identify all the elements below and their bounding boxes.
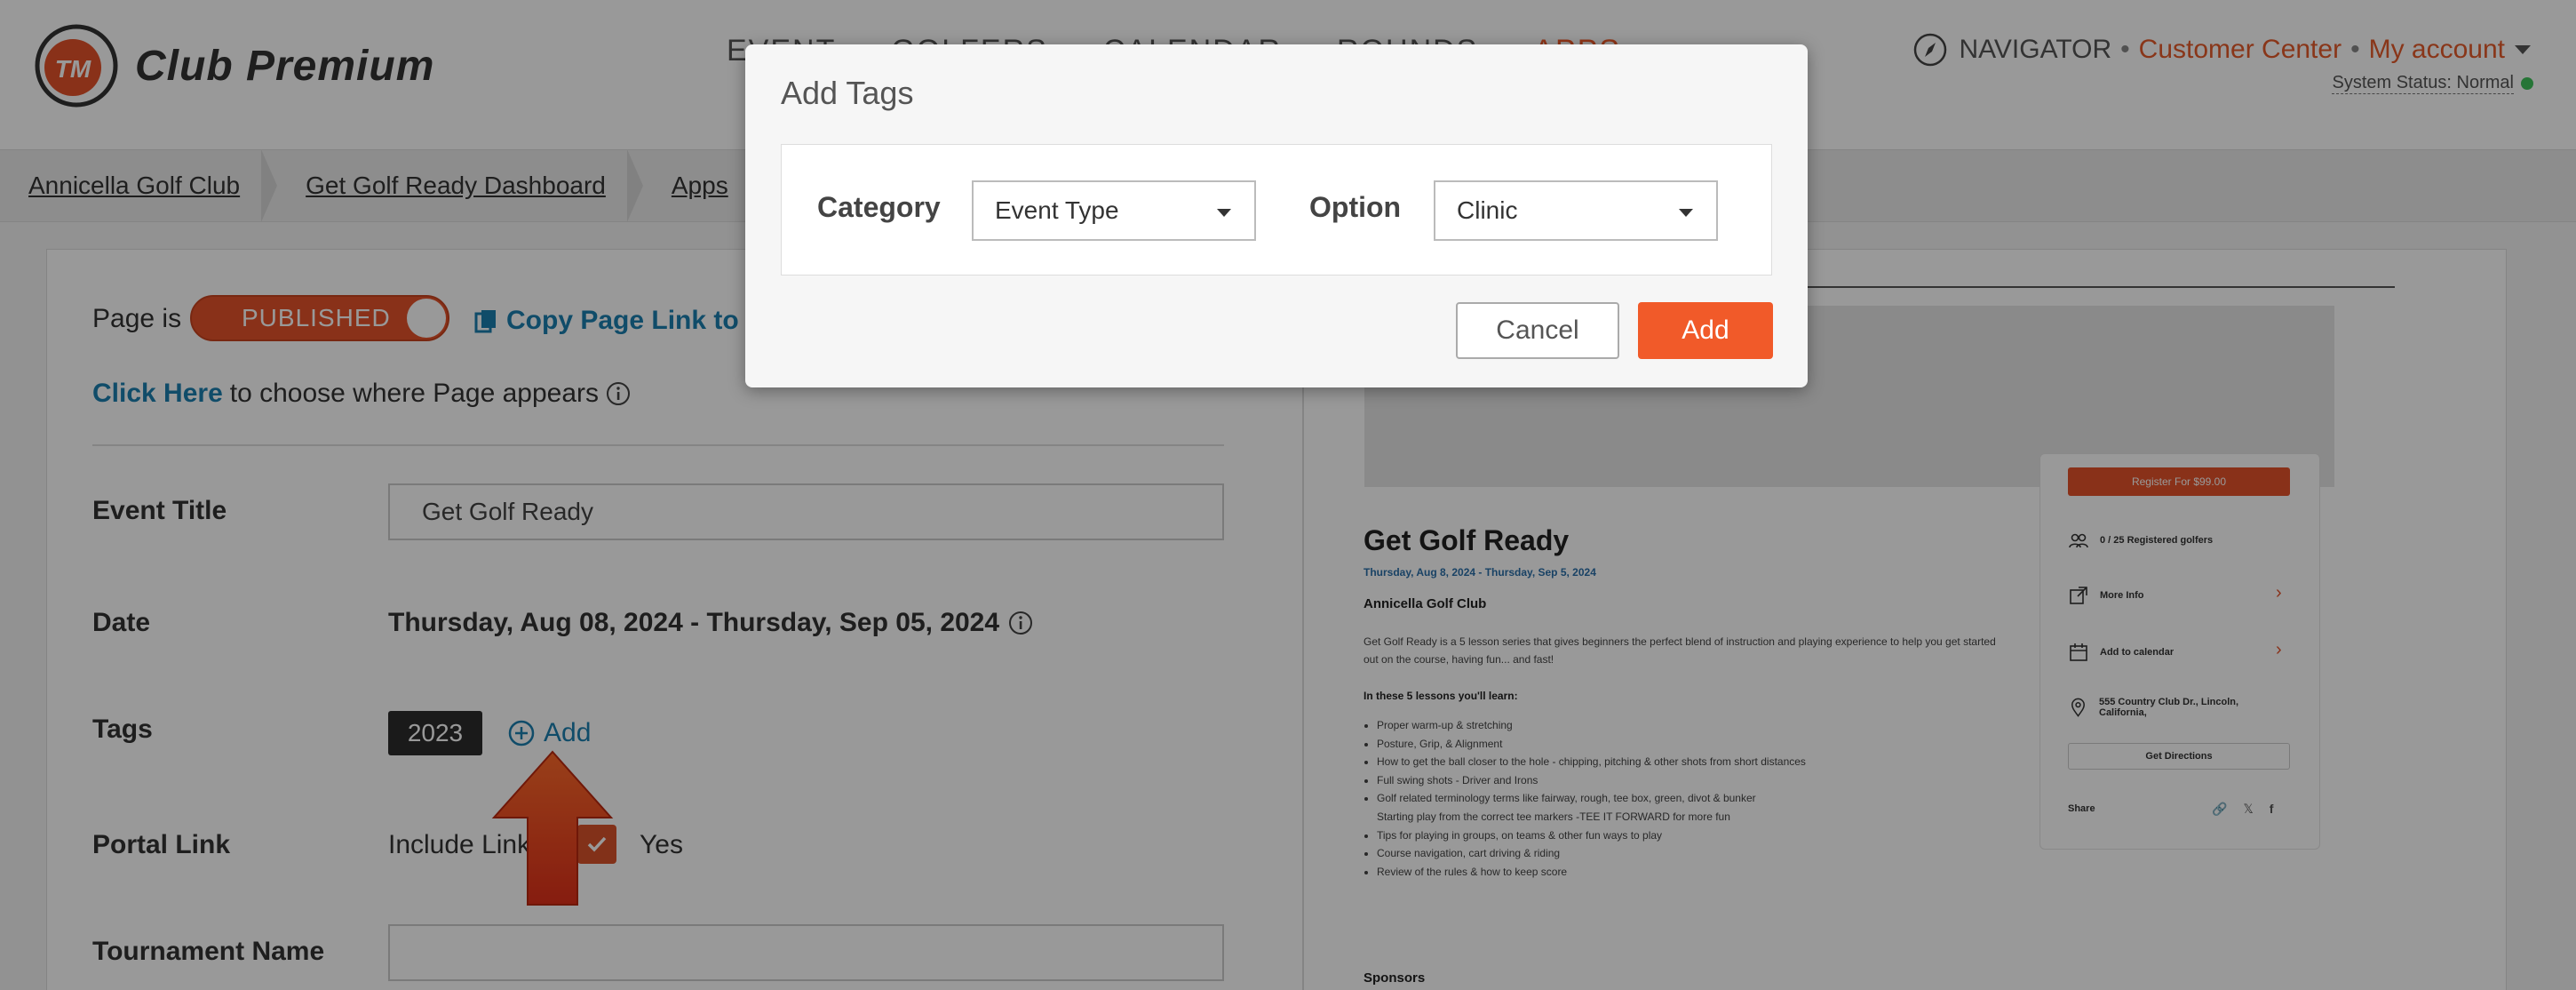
- category-value: Event Type: [995, 196, 1119, 224]
- cancel-button[interactable]: Cancel: [1456, 302, 1619, 359]
- add-tags-modal: Add Tags Category Event Type Option Clin…: [745, 44, 1808, 387]
- category-label: Category: [817, 191, 941, 223]
- category-select[interactable]: Event Type: [972, 180, 1256, 241]
- modal-body: Category Event Type Option Clinic: [781, 144, 1772, 275]
- option-label: Option: [1309, 191, 1402, 223]
- option-select[interactable]: Clinic: [1434, 180, 1718, 241]
- add-label: Add: [1682, 315, 1729, 345]
- add-button[interactable]: Add: [1638, 302, 1773, 359]
- option-value: Clinic: [1457, 196, 1518, 224]
- cancel-label: Cancel: [1496, 315, 1579, 345]
- caret-down-icon: [1217, 209, 1231, 217]
- modal-title: Add Tags: [781, 75, 914, 111]
- caret-down-icon: [1679, 209, 1693, 217]
